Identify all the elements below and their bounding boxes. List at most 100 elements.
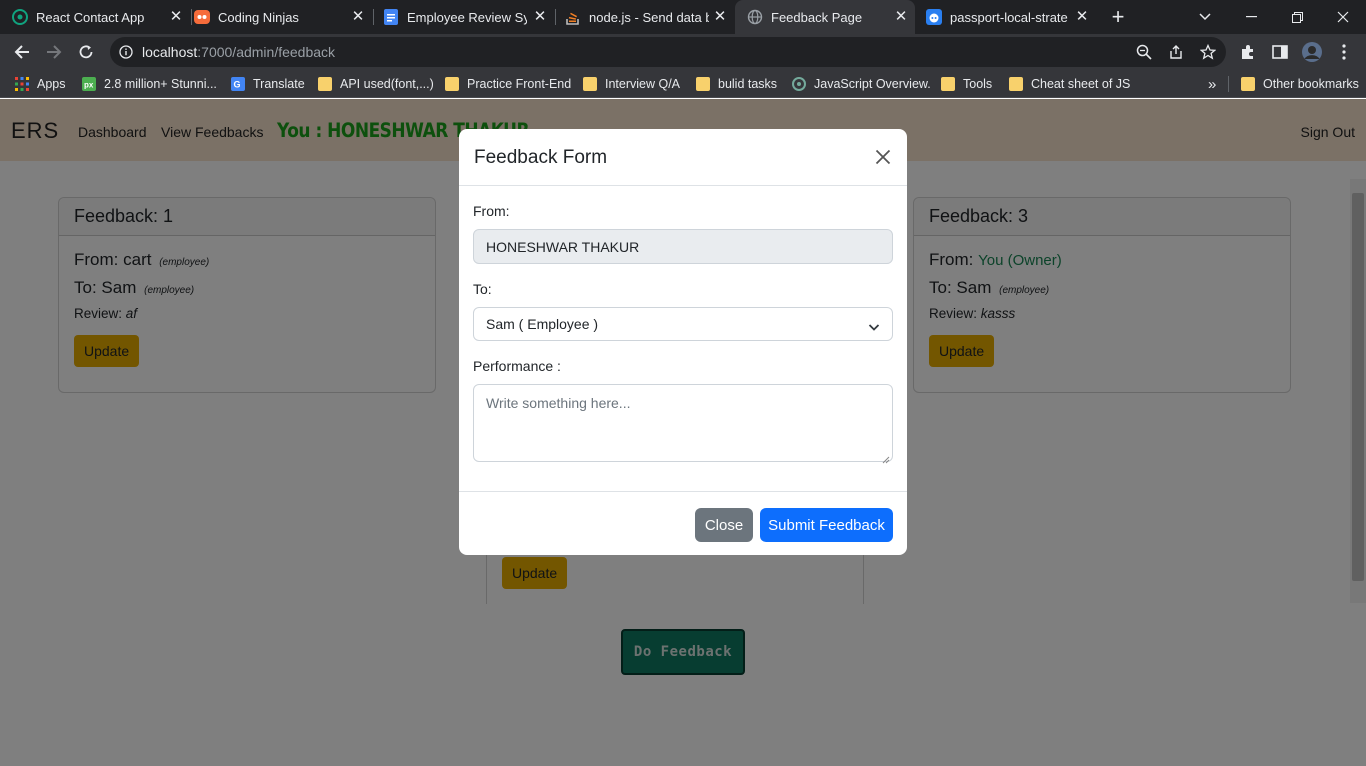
bookmark-label: Translate bbox=[253, 77, 305, 91]
translate-icon: G bbox=[231, 77, 245, 91]
bookmark-folder-api[interactable]: API used(font,...) bbox=[318, 75, 434, 93]
bookmark-label: API used(font,...) bbox=[340, 77, 434, 91]
tab-feedback-page[interactable]: Feedback Page ✕ bbox=[735, 0, 915, 34]
url-text[interactable]: localhost:7000/admin/feedback bbox=[142, 44, 335, 60]
close-icon[interactable]: ✕ bbox=[1074, 9, 1090, 25]
browser-toolbar: localhost:7000/admin/feedback bbox=[0, 34, 1366, 70]
menu-dots-icon[interactable] bbox=[1333, 41, 1355, 63]
from-field: HONESHWAR THAKUR bbox=[473, 229, 893, 264]
bookmark-folder-cheatsheet[interactable]: Cheat sheet of JS bbox=[1009, 75, 1130, 93]
performance-label: Performance : bbox=[473, 358, 561, 374]
bookmark-label: Cheat sheet of JS bbox=[1031, 77, 1131, 91]
stackoverflow-icon bbox=[565, 9, 581, 25]
bookmark-folder-build[interactable]: bulid tasks bbox=[696, 75, 777, 93]
close-button[interactable]: Close bbox=[695, 508, 753, 542]
close-icon[interactable]: ✕ bbox=[712, 9, 728, 25]
folder-icon bbox=[583, 77, 597, 91]
address-bar[interactable]: localhost:7000/admin/feedback bbox=[110, 37, 1226, 67]
google-docs-icon bbox=[383, 9, 399, 25]
bookmark-label: Tools bbox=[963, 77, 993, 91]
bookmark-label: 2.8 million+ Stunni... bbox=[104, 77, 217, 91]
chevron-down-icon bbox=[868, 319, 880, 335]
from-label: From: bbox=[473, 203, 510, 219]
tab-employee-review[interactable]: Employee Review Syst ✕ bbox=[376, 0, 554, 34]
folder-icon bbox=[941, 77, 955, 91]
bookmark-stunning[interactable]: px 2.8 million+ Stunni... bbox=[82, 75, 217, 93]
star-icon[interactable] bbox=[1198, 42, 1218, 62]
minimize-icon[interactable] bbox=[1228, 0, 1274, 34]
modal-footer: Close Submit Feedback bbox=[459, 491, 907, 555]
bookmark-folder-tools[interactable]: Tools bbox=[941, 75, 992, 93]
reload-icon[interactable] bbox=[72, 38, 100, 66]
close-icon[interactable]: ✕ bbox=[532, 9, 548, 25]
tab-react-contact-app[interactable]: React Contact App ✕ bbox=[12, 0, 190, 34]
globe-icon bbox=[747, 9, 763, 25]
to-label: To: bbox=[473, 281, 492, 297]
new-tab-icon[interactable]: + bbox=[1096, 0, 1140, 34]
tab-title: Feedback Page bbox=[771, 9, 863, 25]
bookmark-label: Interview Q/A bbox=[605, 77, 681, 91]
apps-grid-icon bbox=[15, 77, 29, 91]
side-panel-icon[interactable] bbox=[1269, 41, 1291, 63]
modal-header: Feedback Form bbox=[459, 129, 907, 186]
folder-icon bbox=[318, 77, 332, 91]
svg-text:px: px bbox=[84, 81, 94, 90]
close-icon[interactable] bbox=[871, 145, 895, 169]
avatar[interactable] bbox=[1301, 41, 1323, 63]
more-bookmarks-button[interactable]: » bbox=[1208, 75, 1216, 93]
pexels-icon: px bbox=[82, 77, 96, 91]
close-icon[interactable]: ✕ bbox=[350, 9, 366, 25]
tab-separator bbox=[191, 9, 192, 25]
folder-icon bbox=[1241, 77, 1255, 91]
bookmark-other[interactable]: Other bookmarks bbox=[1241, 75, 1359, 93]
extensions-icon[interactable] bbox=[1237, 41, 1259, 63]
openai-icon bbox=[12, 9, 28, 25]
tab-separator bbox=[555, 9, 556, 25]
close-icon[interactable]: ✕ bbox=[168, 9, 184, 25]
forward-icon[interactable] bbox=[40, 38, 68, 66]
bookmarks-bar: Apps px 2.8 million+ Stunni... G Transla… bbox=[0, 70, 1366, 98]
restore-icon[interactable] bbox=[1274, 0, 1320, 34]
close-icon[interactable]: ✕ bbox=[893, 9, 909, 25]
modal-title: Feedback Form bbox=[474, 147, 608, 168]
tab-title: Employee Review Syst bbox=[407, 9, 527, 25]
github-icon bbox=[926, 9, 942, 25]
tab-separator bbox=[373, 9, 374, 25]
bookmark-translate[interactable]: G Translate bbox=[231, 75, 305, 93]
share-icon[interactable] bbox=[1166, 42, 1186, 62]
page-viewport: ERS Dashboard View Feedbacks You : HONES… bbox=[0, 99, 1366, 766]
bookmark-js-overview[interactable]: JavaScript Overview. bbox=[792, 75, 931, 93]
folder-icon bbox=[445, 77, 459, 91]
bookmark-divider bbox=[1228, 76, 1229, 92]
tab-title: Coding Ninjas bbox=[218, 9, 299, 25]
feedback-modal: Feedback Form From: HONESHWAR THAKUR To:… bbox=[459, 129, 907, 555]
url-host: localhost bbox=[142, 44, 198, 60]
window-close-icon[interactable] bbox=[1320, 0, 1366, 34]
submit-feedback-button[interactable]: Submit Feedback bbox=[760, 508, 893, 542]
bookmark-label: bulid tasks bbox=[718, 77, 778, 91]
tab-coding-ninjas[interactable]: Coding Ninjas ✕ bbox=[194, 0, 372, 34]
bookmark-apps[interactable]: Apps bbox=[15, 75, 66, 93]
performance-textarea[interactable]: Write something here... bbox=[473, 384, 893, 464]
tab-search-icon[interactable] bbox=[1182, 0, 1228, 34]
tab-title: React Contact App bbox=[36, 9, 145, 25]
tab-title: passport-local-strateg bbox=[950, 9, 1068, 25]
folder-icon bbox=[696, 77, 710, 91]
bookmark-label: Apps bbox=[37, 77, 66, 91]
back-icon[interactable] bbox=[8, 38, 36, 66]
svg-text:G: G bbox=[234, 80, 241, 90]
bookmark-folder-interview[interactable]: Interview Q/A bbox=[583, 75, 680, 93]
info-icon[interactable] bbox=[116, 42, 136, 62]
to-select[interactable]: Sam ( Employee ) bbox=[473, 307, 893, 341]
zoom-icon[interactable] bbox=[1134, 42, 1154, 62]
tab-nodejs[interactable]: node.js - Send data ba ✕ bbox=[558, 0, 734, 34]
tab-title: node.js - Send data ba bbox=[589, 9, 709, 25]
tab-passport-local[interactable]: passport-local-strateg ✕ bbox=[916, 0, 1096, 34]
bookmark-label: Practice Front-End bbox=[467, 77, 572, 91]
folder-icon bbox=[1009, 77, 1023, 91]
to-select-value: Sam ( Employee ) bbox=[486, 316, 599, 332]
bookmark-folder-practice[interactable]: Practice Front-End bbox=[445, 75, 571, 93]
resize-handle-icon[interactable] bbox=[882, 451, 890, 464]
openai-icon bbox=[792, 77, 806, 91]
performance-placeholder: Write something here... bbox=[486, 395, 631, 411]
